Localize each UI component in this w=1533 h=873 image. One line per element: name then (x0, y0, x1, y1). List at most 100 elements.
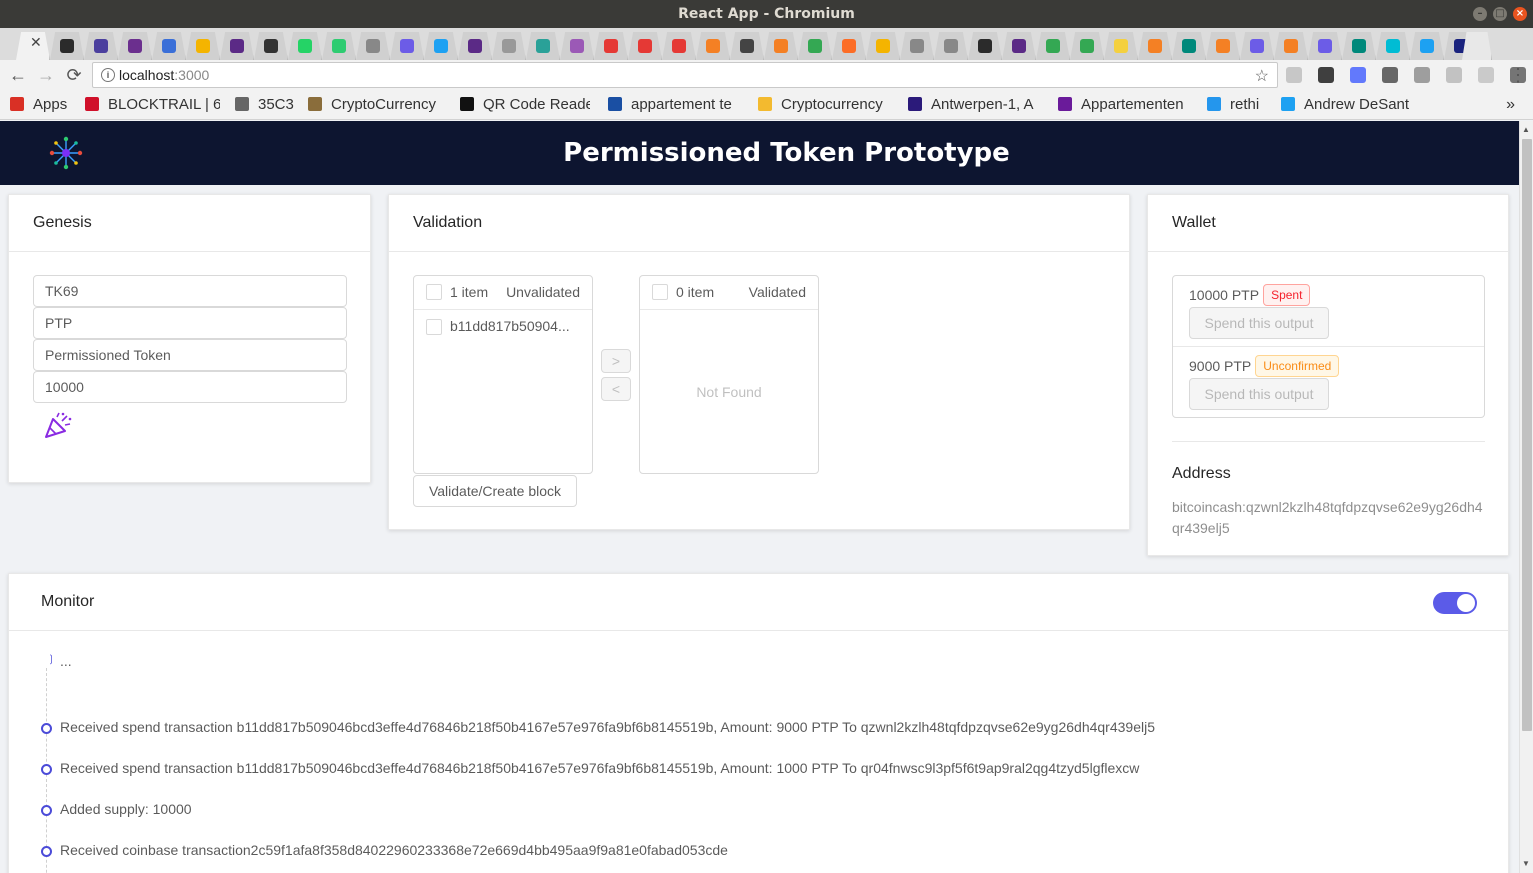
browser-tab[interactable] (662, 32, 696, 60)
browser-tab[interactable] (254, 32, 288, 60)
browser-tab[interactable] (1002, 32, 1036, 60)
extension-icon[interactable] (1446, 67, 1462, 83)
bookmark-item[interactable]: QR Code Reader (460, 90, 590, 120)
back-arrow-icon[interactable]: ← (8, 65, 28, 85)
browser-tab[interactable] (220, 32, 254, 60)
browser-tab[interactable] (526, 32, 560, 60)
tab-strip (0, 28, 1533, 60)
browser-tab[interactable] (832, 32, 866, 60)
bookmark-item[interactable]: Andrew DeSant (1281, 90, 1411, 120)
browser-tab[interactable] (968, 32, 1002, 60)
browser-tab[interactable] (1240, 32, 1274, 60)
browser-tab[interactable] (84, 32, 118, 60)
browser-tab[interactable] (152, 32, 186, 60)
browser-tab[interactable] (288, 32, 322, 60)
list-item-checkbox[interactable] (426, 319, 442, 335)
extension-icon[interactable] (1414, 67, 1430, 83)
close-tab-icon[interactable]: ✕ (30, 34, 42, 51)
forward-arrow-icon[interactable]: → (36, 65, 56, 85)
browser-tab[interactable] (1036, 32, 1070, 60)
browser-tab[interactable] (118, 32, 152, 60)
bookmark-item[interactable]: 35C3 (235, 90, 297, 120)
browser-tab[interactable] (900, 32, 934, 60)
browser-tab[interactable] (628, 32, 662, 60)
token-name-input[interactable]: Permissioned Token (33, 339, 347, 371)
monitor-toggle-knob (1457, 594, 1475, 612)
move-right-button[interactable]: > (601, 349, 631, 373)
validate-create-block-button[interactable]: Validate/Create block (413, 475, 577, 507)
maximize-icon[interactable]: □ (1493, 7, 1507, 21)
extension-icon[interactable] (1286, 67, 1302, 83)
list-item[interactable]: b11dd817b50904... (414, 314, 592, 340)
browser-tab[interactable] (764, 32, 798, 60)
browser-tab[interactable] (1342, 32, 1376, 60)
browser-tab[interactable] (594, 32, 628, 60)
browser-tab[interactable] (322, 32, 356, 60)
scroll-up-icon[interactable]: ▲ (1522, 125, 1530, 134)
spend-output-button[interactable]: Spend this output (1189, 307, 1329, 339)
genesis-card: Genesis TK69 PTP Permissioned Token 1000… (8, 194, 371, 483)
browser-tab[interactable] (186, 32, 220, 60)
tab-favicon-icon (468, 39, 482, 53)
browser-tab[interactable] (730, 32, 764, 60)
extension-icon[interactable] (1382, 67, 1398, 83)
browser-tab[interactable] (50, 32, 84, 60)
extension-icon[interactable] (1478, 67, 1494, 83)
bookmark-item[interactable]: Antwerpen-1, A (908, 90, 1042, 120)
bookmark-item[interactable]: Apps (10, 90, 74, 120)
move-left-button[interactable]: < (601, 377, 631, 401)
new-tab-button[interactable] (1462, 32, 1492, 60)
browser-tab[interactable] (424, 32, 458, 60)
browser-tab[interactable] (1308, 32, 1342, 60)
bookmark-item[interactable]: appartement te (608, 90, 744, 120)
bookmark-item[interactable]: CryptoCurrency (308, 90, 446, 120)
browser-tab[interactable] (1206, 32, 1240, 60)
monitor-toggle[interactable] (1433, 592, 1477, 614)
browser-tab[interactable] (492, 32, 526, 60)
reload-icon[interactable]: ⟳ (64, 65, 84, 85)
close-window-icon[interactable]: × (1513, 7, 1527, 21)
minimize-icon[interactable]: – (1473, 7, 1487, 21)
browser-tab[interactable] (1172, 32, 1206, 60)
bookmark-item[interactable]: BLOCKTRAIL | 6 (85, 90, 220, 120)
browser-tab[interactable] (798, 32, 832, 60)
token-supply-input[interactable]: 10000 (33, 371, 347, 403)
browser-menu-icon[interactable]: ⋮ (1508, 65, 1528, 85)
token-symbol-input[interactable]: PTP (33, 307, 347, 339)
browser-tab[interactable] (1274, 32, 1308, 60)
party-popper-icon[interactable] (43, 411, 73, 439)
outputs-list: 10000 PTP Spent Spend this output 9000 PT… (1172, 275, 1485, 418)
bookmark-item[interactable]: Cryptocurrency (758, 90, 892, 120)
browser-tab[interactable] (356, 32, 390, 60)
browser-tab[interactable] (1070, 32, 1104, 60)
bookmarks-overflow-icon[interactable]: » (1506, 90, 1515, 120)
spend-output-button[interactable]: Spend this output (1189, 378, 1329, 410)
extension-icon[interactable] (1318, 67, 1334, 83)
browser-tab[interactable] (1376, 32, 1410, 60)
browser-tab[interactable] (560, 32, 594, 60)
browser-tab[interactable] (1138, 32, 1172, 60)
browser-tab[interactable] (390, 32, 424, 60)
tab-favicon-icon (944, 39, 958, 53)
browser-tab[interactable] (1410, 32, 1444, 60)
scrollbar-thumb[interactable] (1522, 139, 1532, 731)
unvalidated-select-all-checkbox[interactable] (426, 284, 442, 300)
scroll-down-icon[interactable]: ▼ (1522, 859, 1530, 868)
address-bar[interactable]: i localhost:3000 ☆ (92, 62, 1278, 88)
extension-icon[interactable] (1350, 67, 1366, 83)
page-scrollbar[interactable]: ▲ ▼ (1519, 121, 1533, 873)
browser-tab[interactable] (866, 32, 900, 60)
validation-card: Validation 1 item Unvalidated b11dd817b5… (388, 194, 1130, 530)
browser-tab[interactable] (934, 32, 968, 60)
bookmark-item[interactable]: rethi (1207, 90, 1269, 120)
token-id-input[interactable]: TK69 (33, 275, 347, 307)
bookmark-star-icon[interactable]: ☆ (1255, 65, 1269, 89)
site-info-icon[interactable]: i (101, 68, 115, 82)
browser-tab[interactable] (1104, 32, 1138, 60)
tab-favicon-icon (774, 39, 788, 53)
browser-tab[interactable] (696, 32, 730, 60)
validated-select-all-checkbox[interactable] (652, 284, 668, 300)
wallet-address-line-1: bitcoincash:qzwnl2kzlh48tqfdpzqvse62e9yg… (1172, 499, 1483, 515)
bookmark-item[interactable]: Appartementen (1058, 90, 1194, 120)
browser-tab[interactable] (458, 32, 492, 60)
